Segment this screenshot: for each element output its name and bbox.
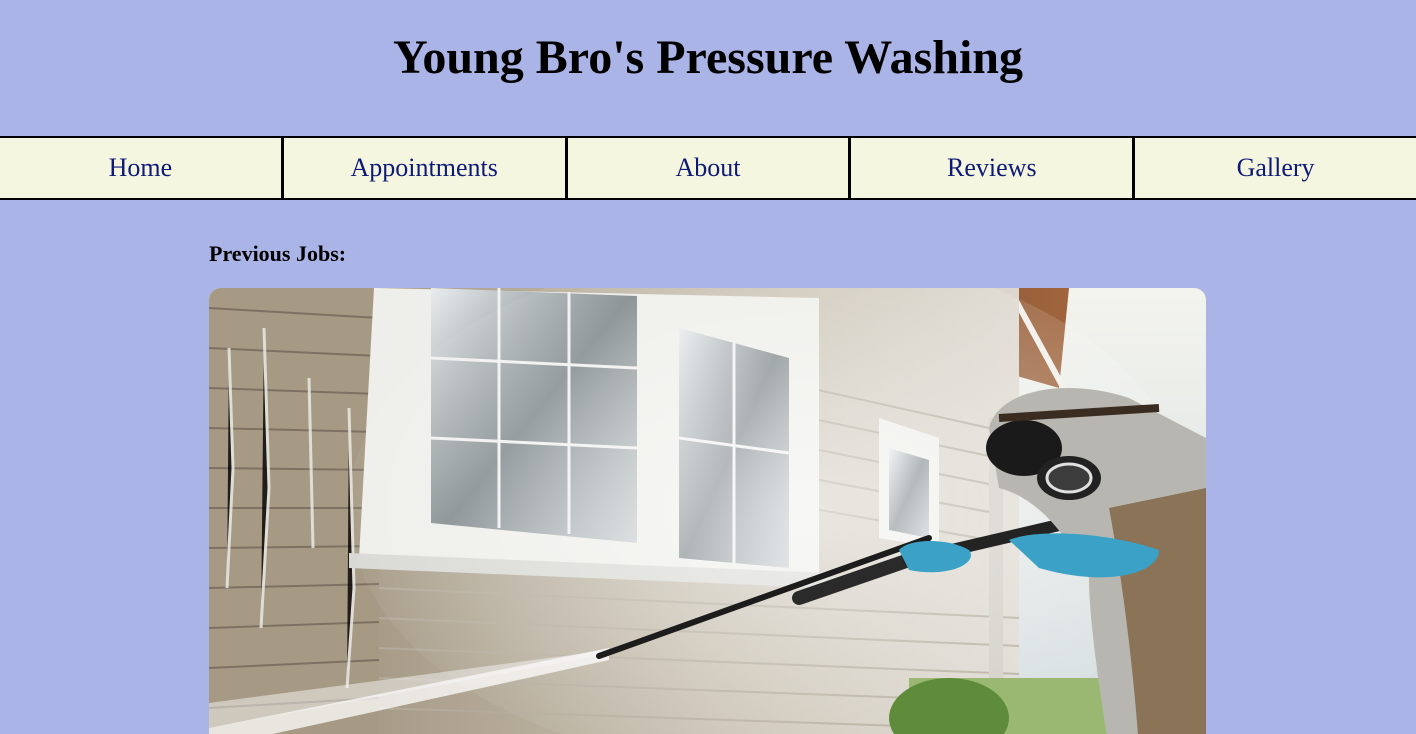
nav-gallery-link[interactable]: Gallery	[1135, 138, 1416, 198]
pressure-washing-photo	[209, 288, 1206, 734]
nav-appointments-link[interactable]: Appointments	[284, 138, 568, 198]
site-header: Young Bro's Pressure Washing	[0, 0, 1416, 136]
nav-about-link[interactable]: About	[568, 138, 852, 198]
main-nav: Home Appointments About Reviews Gallery	[0, 136, 1416, 200]
nav-reviews-link[interactable]: Reviews	[851, 138, 1136, 198]
site-title: Young Bro's Pressure Washing	[393, 31, 1023, 84]
previous-jobs-heading: Previous Jobs:	[209, 241, 347, 266]
nav-home-link[interactable]: Home	[0, 138, 284, 198]
main-content: Previous Jobs:	[0, 240, 1206, 734]
